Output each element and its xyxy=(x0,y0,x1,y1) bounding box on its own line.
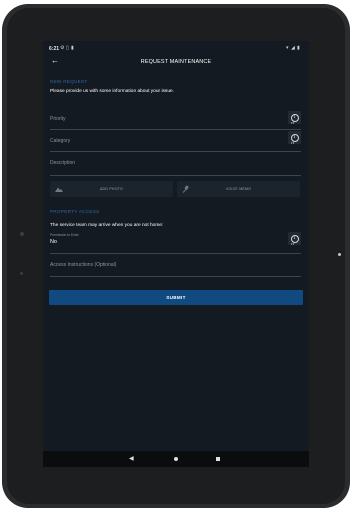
device-screen: 6:21 ⚙ ▯ ▮ ▾ ◢ ▮ ← REQUEST MAINTENANCE N… xyxy=(43,41,309,467)
sensor-dot-left xyxy=(20,272,23,275)
permission-value: No xyxy=(50,239,57,245)
section-header-property-access: PROPERTY ACCESS xyxy=(50,209,100,214)
nav-recent-apps-icon[interactable] xyxy=(216,457,220,461)
signal-icon: ◢ xyxy=(291,45,295,51)
access-notice-text: The service team may arrive when you are… xyxy=(50,223,164,228)
permission-to-enter-dropdown[interactable]: Permission to Enter No i ▾▾ xyxy=(50,231,301,254)
priority-info-button[interactable]: i ▾▾ xyxy=(288,111,301,125)
submit-label: SUBMIT xyxy=(166,295,186,300)
app-bar: ← REQUEST MAINTENANCE xyxy=(43,55,309,73)
add-photo-button[interactable]: ADD PHOTO xyxy=(50,181,173,197)
category-placeholder: Category xyxy=(50,138,71,144)
add-photo-label: ADD PHOTO xyxy=(99,187,124,191)
section-header-new-request: NEW REQUEST xyxy=(50,79,88,84)
wifi-icon: ▾ xyxy=(286,45,289,51)
status-time: 6:21 xyxy=(49,46,60,52)
voice-memo-button[interactable]: VOICE MEMO xyxy=(177,181,300,197)
battery-icon: ▮ xyxy=(297,45,300,51)
intro-text: Please provide us with some information … xyxy=(50,89,174,94)
status-bar: 6:21 ⚙ ▯ ▮ ▾ ◢ ▮ xyxy=(43,41,309,55)
priority-dropdown[interactable]: Priority i ▾▾ xyxy=(50,108,301,130)
description-placeholder: Description xyxy=(50,160,76,166)
sim-icon: ▯ xyxy=(66,45,69,51)
chevron-down-icon: ▾▾ xyxy=(291,141,295,145)
battery-saver-icon: ▮ xyxy=(71,45,74,51)
access-instructions-placeholder: Access Instructions (Optional) xyxy=(50,262,117,268)
access-instructions-field[interactable]: Access Instructions (Optional) xyxy=(50,254,301,277)
submit-button[interactable]: SUBMIT xyxy=(49,290,303,305)
description-field[interactable]: Description xyxy=(50,152,301,176)
nav-back-icon[interactable]: ◀ xyxy=(129,455,134,462)
sensor-dot-right xyxy=(338,253,341,256)
category-info-button[interactable]: i ▾▾ xyxy=(288,131,301,145)
voice-memo-label: VOICE MEMO xyxy=(225,187,252,191)
permission-info-button[interactable]: i ▾▾ xyxy=(288,232,301,246)
priority-placeholder: Priority xyxy=(50,116,66,122)
category-dropdown[interactable]: Category i ▾▾ xyxy=(50,130,301,152)
nav-home-icon[interactable] xyxy=(174,457,178,461)
page-title: REQUEST MAINTENANCE xyxy=(140,59,212,65)
permission-label: Permission to Enter xyxy=(50,233,79,237)
chevron-down-icon: ▾▾ xyxy=(291,242,295,246)
system-nav-bar: ◀ xyxy=(43,451,309,467)
camera-dot xyxy=(20,232,24,236)
chevron-down-icon: ▾▾ xyxy=(291,121,295,125)
settings-icon: ⚙ xyxy=(60,45,65,51)
